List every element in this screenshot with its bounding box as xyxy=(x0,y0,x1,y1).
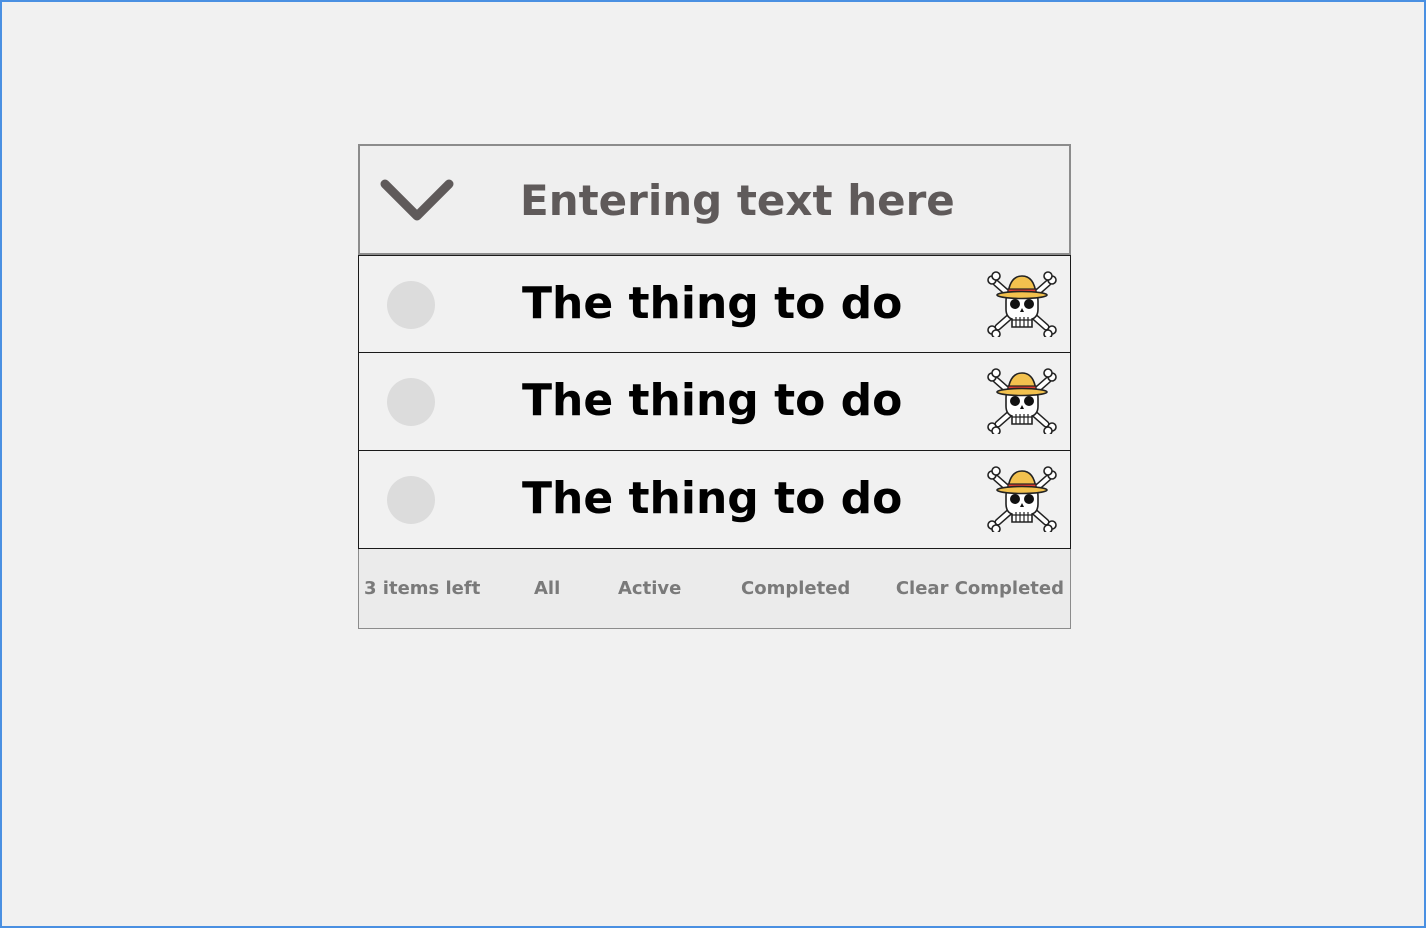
delete-todo-button[interactable] xyxy=(984,271,1060,337)
todo-item: The thing to do xyxy=(358,353,1071,451)
straw-hat-jolly-roger-icon xyxy=(987,466,1057,532)
toggle-all-button[interactable] xyxy=(380,176,454,226)
filter-all[interactable]: All xyxy=(534,578,560,599)
todo-app: The thing to do xyxy=(358,144,1071,629)
delete-todo-button[interactable] xyxy=(984,368,1060,434)
todo-item: The thing to do xyxy=(358,451,1071,549)
app-window: The thing to do xyxy=(0,0,1426,928)
todo-checkbox[interactable] xyxy=(387,281,435,329)
todo-item: The thing to do xyxy=(358,255,1071,353)
straw-hat-jolly-roger-icon xyxy=(987,271,1057,337)
new-todo-input[interactable] xyxy=(520,168,1040,232)
filter-completed[interactable]: Completed xyxy=(741,578,850,599)
todo-footer: 3 items left All Active Completed Clear … xyxy=(358,549,1071,629)
items-left-count: 3 items left xyxy=(364,578,481,599)
chevron-down-icon xyxy=(380,179,454,221)
todo-checkbox[interactable] xyxy=(387,378,435,426)
clear-completed-button[interactable]: Clear Completed xyxy=(896,578,1064,599)
todo-label[interactable]: The thing to do xyxy=(522,278,902,330)
straw-hat-jolly-roger-icon xyxy=(987,368,1057,434)
filter-active[interactable]: Active xyxy=(618,578,681,599)
todo-header xyxy=(358,144,1071,255)
todo-list: The thing to do The thing to do The thin… xyxy=(358,255,1071,549)
delete-todo-button[interactable] xyxy=(984,466,1060,532)
todo-label[interactable]: The thing to do xyxy=(522,375,902,427)
todo-label[interactable]: The thing to do xyxy=(522,473,902,525)
todo-checkbox[interactable] xyxy=(387,476,435,524)
